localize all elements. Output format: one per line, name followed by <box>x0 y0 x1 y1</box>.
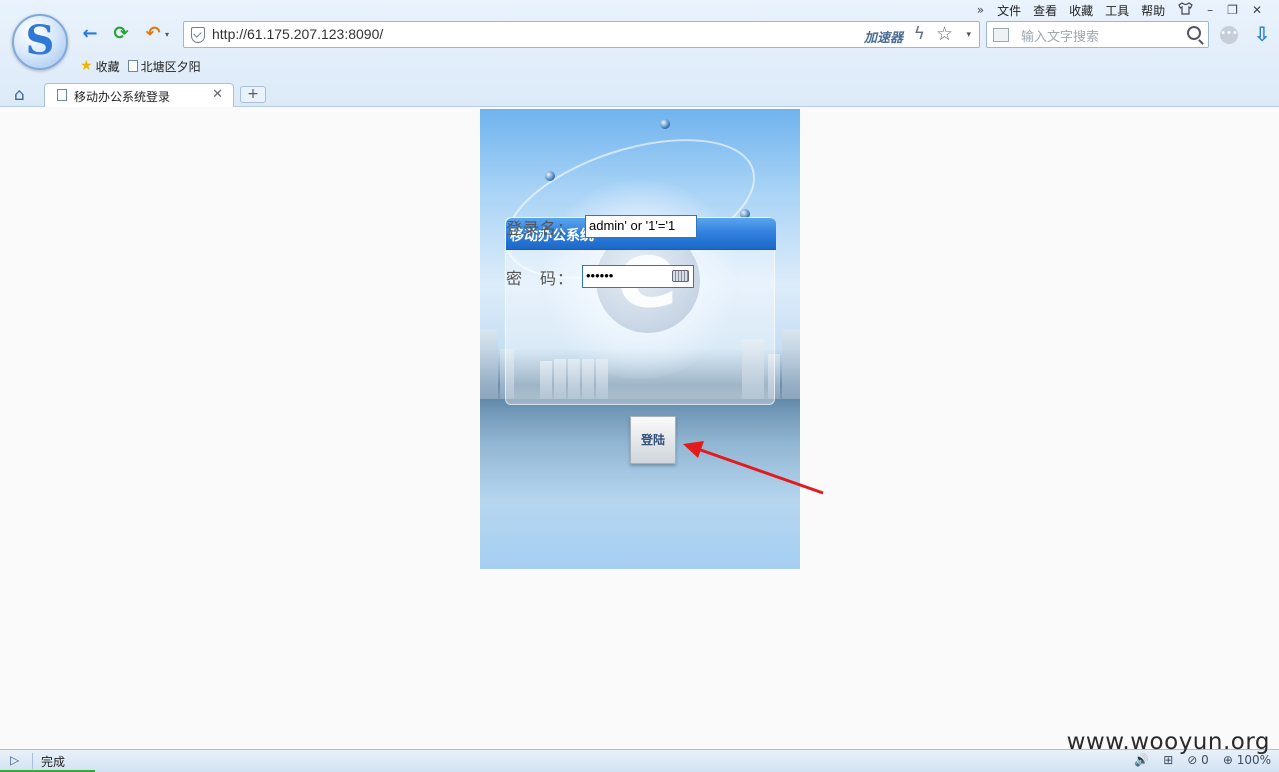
search-placeholder[interactable]: 输入文字搜索 <box>1021 26 1099 45</box>
password-input[interactable]: •••••• <box>582 265 694 288</box>
password-label: 密 码： <box>506 269 575 288</box>
minimize-button[interactable]: – <box>1200 3 1220 17</box>
medkit-icon[interactable]: ⊞ <box>1163 753 1173 767</box>
status-icons: 🔊 ⊞ ⊘ 0 ⊕ 100% <box>1134 753 1271 767</box>
favorites-button[interactable]: ★ 收藏 <box>80 58 120 75</box>
zoom-control[interactable]: ⊕ 100% <box>1223 753 1271 767</box>
accelerator-button[interactable]: 加速器 <box>864 27 903 46</box>
menu-tools[interactable]: 工具 <box>1099 2 1135 19</box>
close-window-button[interactable]: ✕ <box>1245 3 1269 17</box>
favorites-bar: ★ 收藏 北塘区夕阳 <box>80 57 201 75</box>
favorites-star-icon: ★ <box>80 58 93 74</box>
sidebar-toggle-icon[interactable]: ▷ <box>10 753 19 767</box>
address-bar[interactable]: http://61.175.207.123:8090/ 加速器 ϟ ☆ ▾ <box>183 21 980 48</box>
tab-login-page[interactable]: 移动办公系统登录 ✕ <box>44 83 234 108</box>
search-icon[interactable] <box>1187 26 1201 40</box>
building <box>782 329 800 399</box>
bolt-icon[interactable]: ϟ <box>914 24 925 44</box>
page-viewport: e 移动办公系统 登录名： admin' or '1'='1 密 码： ••••… <box>0 107 1279 749</box>
refresh-button[interactable]: ⟳ <box>111 24 131 44</box>
status-divider <box>32 753 33 769</box>
login-panel: e 移动办公系统 登录名： admin' or '1'='1 密 码： ••••… <box>480 109 800 569</box>
home-icon[interactable]: ⌂ <box>14 85 25 105</box>
back-button[interactable]: ← <box>80 24 100 44</box>
tab-bar: ⌂ 移动办公系统登录 ✕ + <box>0 80 1279 108</box>
status-text: 完成 <box>41 755 66 769</box>
security-shield-icon[interactable] <box>191 27 205 43</box>
tab-title: 移动办公系统登录 <box>74 90 171 104</box>
soft-keyboard-icon[interactable] <box>672 270 689 282</box>
zoom-level: 100% <box>1236 753 1271 767</box>
menu-view[interactable]: 查看 <box>1027 2 1063 19</box>
username-input[interactable]: admin' or '1'='1 <box>585 215 697 238</box>
login-button[interactable]: 登陆 <box>630 416 676 464</box>
restore-button[interactable]: ❐ <box>1220 3 1245 17</box>
top-menu: » 文件 查看 收藏 工具 帮助 – ❐ ✕ <box>970 2 1269 18</box>
address-dropdown-icon[interactable]: ▾ <box>966 30 971 40</box>
orbit-ball <box>545 171 555 181</box>
page-icon <box>127 60 138 72</box>
favorites-label: 收藏 <box>95 59 120 74</box>
tab-page-icon <box>57 89 67 101</box>
more-menu-button[interactable]: ••• <box>1220 26 1238 44</box>
download-icon[interactable]: ⇩ <box>1252 22 1272 46</box>
menu-expand-icon[interactable]: » <box>970 3 991 17</box>
adblock-counter[interactable]: ⊘ 0 <box>1187 753 1209 767</box>
sogou-logo-icon[interactable]: S <box>12 14 68 70</box>
undo-dropdown-icon[interactable]: ▾ <box>165 30 169 39</box>
menu-file[interactable]: 文件 <box>991 2 1027 19</box>
password-masked-value: •••••• <box>586 268 614 283</box>
login-form: 移动办公系统 <box>505 217 776 405</box>
username-label: 登录名： <box>506 219 575 238</box>
favorite-link-label: 北塘区夕阳 <box>140 59 201 74</box>
menu-favorites[interactable]: 收藏 <box>1063 2 1099 19</box>
search-engine-icon[interactable] <box>993 28 1009 42</box>
volume-icon[interactable]: 🔊 <box>1134 753 1149 767</box>
menu-help[interactable]: 帮助 <box>1135 2 1171 19</box>
skin-icon[interactable] <box>1171 2 1200 18</box>
tab-close-icon[interactable]: ✕ <box>212 87 223 102</box>
search-box[interactable]: 输入文字搜索 <box>986 21 1209 48</box>
url-text[interactable]: http://61.175.207.123:8090/ <box>212 26 383 42</box>
favorite-link-beitang[interactable]: 北塘区夕阳 <box>127 58 201 75</box>
new-tab-button[interactable]: + <box>240 86 266 103</box>
undo-close-button[interactable]: ↶ <box>143 24 163 44</box>
adblock-count: 0 <box>1201 753 1209 767</box>
building <box>480 329 498 399</box>
orbit-ball <box>660 119 670 129</box>
watermark-text: www.wooyun.org <box>1066 729 1270 755</box>
browser-chrome: S » 文件 查看 收藏 工具 帮助 – ❐ ✕ ← ⟳ ↶ ▾ http://… <box>0 0 1279 108</box>
bookmark-star-icon[interactable]: ☆ <box>936 23 953 45</box>
